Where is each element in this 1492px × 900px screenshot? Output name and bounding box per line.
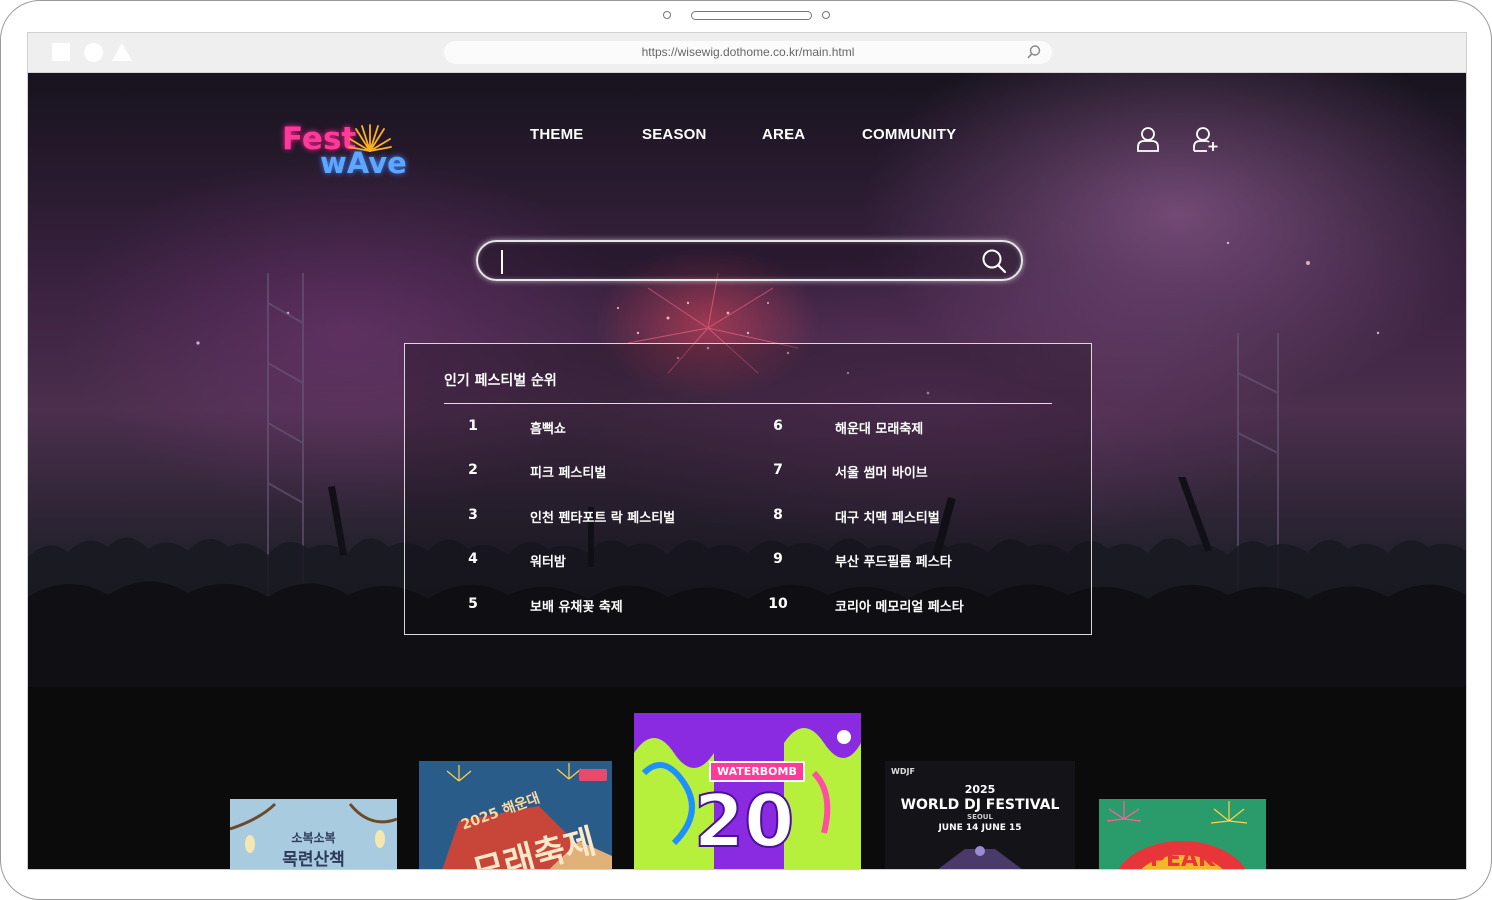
poster-brand: WDJF (891, 767, 915, 776)
device-frame: https://wisewig.dothome.co.kr/main.html (0, 0, 1492, 900)
festival-name: 코리아 메모리얼 페스타 (835, 600, 964, 615)
poster-year: 20 (693, 778, 795, 864)
rank-number: 10 (768, 596, 788, 612)
camera-dot (663, 11, 671, 19)
square-icon (52, 43, 70, 61)
rank-number: 9 (773, 551, 783, 567)
festival-name: 부산 푸드필름 페스타 (835, 555, 952, 570)
poster-peak-festival[interactable]: PEAK (1099, 799, 1266, 870)
browser-toolbar: https://wisewig.dothome.co.kr/main.html (28, 33, 1466, 73)
popular-festival-ranking: 인기 페스티벌 순위 1 흠뻑쇼 2 피크 페스티벌 3 인천 펜타포트 락 페… (404, 343, 1092, 635)
circle-icon (84, 43, 103, 62)
dj-stage-illustration (938, 846, 1022, 869)
festival-poster-carousel: 소복소복 목련산책 2025 해운대 모래축제 WATERBOMB 20 WDJ… (28, 687, 1466, 870)
poster-city: SEOUL (967, 813, 993, 821)
poster-magnolia-walk[interactable]: 소복소복 목련산책 (230, 799, 397, 870)
nav-theme[interactable]: THEME (530, 126, 584, 143)
rank-number: 5 (468, 596, 478, 612)
rank-number: 8 (773, 507, 783, 523)
rank-number: 3 (468, 507, 478, 523)
poster-haeundae-sand[interactable]: 2025 해운대 모래축제 (419, 761, 612, 869)
nav-community[interactable]: COMMUNITY (862, 126, 956, 143)
festival-search-box[interactable] (476, 240, 1023, 281)
search-icon[interactable] (1026, 44, 1042, 60)
festival-name: 피크 페스티벌 (530, 466, 607, 481)
poster-dates: JUNE 14 JUNE 15 (938, 823, 1022, 833)
rank-number: 7 (773, 462, 783, 478)
poster-title-top: 소복소복 (291, 831, 336, 845)
user-plus-icon[interactable] (1192, 126, 1218, 152)
ranking-title: 인기 페스티벌 순위 (444, 373, 557, 389)
festival-name: 인천 펜타포트 락 페스티벌 (530, 511, 676, 526)
nav-area[interactable]: AREA (762, 126, 805, 143)
festival-name: 대구 치맥 페스티벌 (835, 511, 940, 526)
logo-text-wave: wAve (320, 146, 407, 180)
festival-name: 흠뻑쇼 (530, 422, 566, 437)
festival-name: 워터밤 (530, 555, 566, 570)
url-text: https://wisewig.dothome.co.kr/main.html (641, 45, 855, 59)
poster-world-dj-festival[interactable]: WDJF 2025 WORLD DJ FESTIVAL SEOUL JUNE 1… (885, 761, 1075, 869)
poster-title-main: WORLD DJ FESTIVAL (900, 797, 1060, 813)
speaker-slot (691, 11, 812, 20)
poster-waterbomb[interactable]: WATERBOMB 20 (634, 713, 861, 869)
rank-number: 1 (468, 418, 478, 434)
hero-section: Fest wAve THEME SEASON AREA COMMUNITY 인기… (28, 73, 1466, 687)
triangle-icon (112, 43, 132, 61)
search-input[interactable] (500, 248, 964, 274)
sensor-dot (822, 11, 830, 19)
poster-title-main: 목련산책 (282, 850, 345, 870)
festival-name: 서울 썸머 바이브 (835, 466, 928, 481)
festival-name: 해운대 모래축제 (835, 422, 924, 437)
poster-title-main: PEAK (1149, 847, 1216, 870)
festwave-logo[interactable]: Fest wAve (282, 121, 407, 185)
search-icon[interactable] (981, 248, 1007, 274)
poster-year: 2025 (964, 783, 996, 796)
festival-name: 보배 유채꽃 축제 (530, 600, 623, 615)
ranking-divider (444, 403, 1052, 404)
address-bar[interactable]: https://wisewig.dothome.co.kr/main.html (444, 41, 1052, 64)
rank-number: 4 (468, 551, 478, 567)
nav-season[interactable]: SEASON (642, 126, 707, 143)
rank-number: 6 (773, 418, 783, 434)
rank-number: 2 (468, 462, 478, 478)
user-icon[interactable] (1135, 126, 1161, 152)
browser-screen: https://wisewig.dothome.co.kr/main.html (27, 32, 1467, 870)
